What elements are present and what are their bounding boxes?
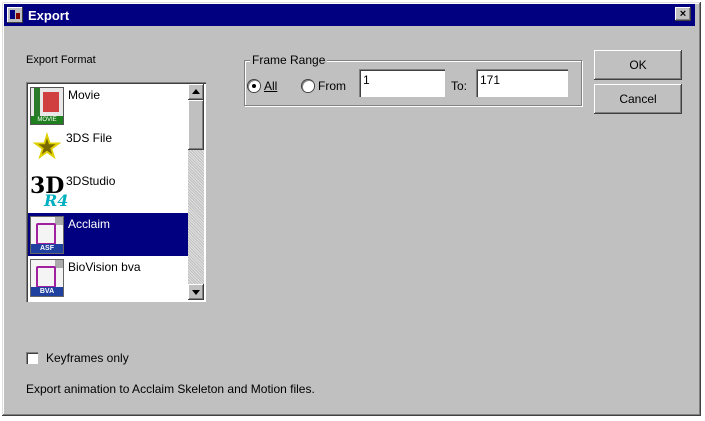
scroll-down-icon[interactable]	[188, 284, 204, 300]
ok-button[interactable]: OK	[594, 50, 682, 80]
export-format-list[interactable]: MOVIE Movie 3DS File 3D R4 3DStudio ASF …	[26, 82, 206, 302]
window-title: Export	[28, 7, 70, 23]
radio-all[interactable]	[248, 80, 260, 92]
cancel-button[interactable]: Cancel	[594, 84, 682, 114]
list-item-movie[interactable]: MOVIE Movie	[28, 84, 188, 127]
scroll-up-icon[interactable]	[188, 84, 204, 100]
scroll-thumb[interactable]	[188, 100, 204, 150]
biovision-icon: BVA	[30, 259, 64, 297]
list-item-3ds-file[interactable]: 3DS File	[28, 127, 188, 170]
3dstudio-icon: 3D R4	[30, 173, 69, 210]
list-item-label: 3DS File	[66, 131, 113, 145]
status-description: Export animation to Acclaim Skeleton and…	[26, 382, 315, 396]
keyframes-only-checkbox[interactable]	[26, 352, 38, 364]
radio-all-label[interactable]: All	[264, 79, 277, 93]
list-item-label: Acclaim	[68, 217, 111, 231]
list-item-acclaim[interactable]: ASF Acclaim	[28, 213, 188, 256]
list-item-label: 3DStudio	[66, 174, 116, 188]
app-icon	[7, 7, 23, 23]
to-input[interactable]: 171	[476, 69, 568, 97]
list-item-3dstudio[interactable]: 3D R4 3DStudio	[28, 170, 188, 213]
list-item-biovision[interactable]: BVA BioVision bva	[28, 256, 188, 299]
radio-from-label[interactable]: From	[318, 79, 346, 93]
movie-icon: MOVIE	[30, 87, 64, 125]
export-format-label: Export Format	[26, 54, 96, 66]
frame-range-label: Frame Range	[250, 53, 328, 67]
close-button[interactable]: ×	[675, 7, 691, 21]
to-label: To:	[451, 79, 468, 93]
list-item-label: Movie	[68, 88, 101, 102]
title-bar: Export ×	[4, 4, 695, 26]
list-item-label: BioVision bva	[68, 260, 141, 274]
3ds-file-icon	[30, 130, 62, 166]
radio-from[interactable]	[302, 80, 314, 92]
from-input[interactable]: 1	[359, 69, 445, 97]
acclaim-icon: ASF	[30, 216, 64, 254]
keyframes-only-label[interactable]: Keyframes only	[46, 351, 129, 365]
list-scrollbar[interactable]	[188, 84, 204, 300]
